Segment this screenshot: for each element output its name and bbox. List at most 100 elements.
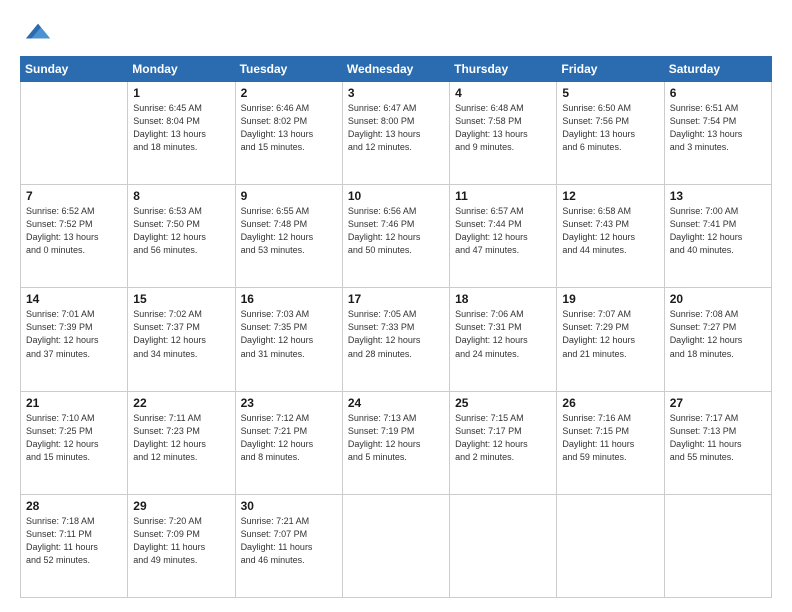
day-info: Sunrise: 7:12 AMSunset: 7:21 PMDaylight:…	[241, 412, 337, 464]
day-info: Sunrise: 6:55 AMSunset: 7:48 PMDaylight:…	[241, 205, 337, 257]
day-number: 12	[562, 189, 658, 203]
calendar-cell: 24 Sunrise: 7:13 AMSunset: 7:19 PMDayligh…	[342, 391, 449, 494]
calendar-week-row: 28 Sunrise: 7:18 AMSunset: 7:11 PMDayligh…	[21, 494, 772, 597]
calendar-cell: 22 Sunrise: 7:11 AMSunset: 7:23 PMDayligh…	[128, 391, 235, 494]
day-number: 5	[562, 86, 658, 100]
calendar-cell: 11 Sunrise: 6:57 AMSunset: 7:44 PMDayligh…	[450, 185, 557, 288]
day-number: 29	[133, 499, 229, 513]
calendar-week-row: 21Sunrise: 7:10 AMSunset: 7:25 PMDayligh…	[21, 391, 772, 494]
day-number: 25	[455, 396, 551, 410]
day-info: Sunrise: 7:17 AMSunset: 7:13 PMDaylight:…	[670, 412, 766, 464]
weekday-header: Tuesday	[235, 57, 342, 82]
day-number: 30	[241, 499, 337, 513]
calendar-cell: 9 Sunrise: 6:55 AMSunset: 7:48 PMDaylight…	[235, 185, 342, 288]
day-info: Sunrise: 7:11 AMSunset: 7:23 PMDaylight:…	[133, 412, 229, 464]
day-number: 20	[670, 292, 766, 306]
day-info: Sunrise: 7:07 AMSunset: 7:29 PMDaylight:…	[562, 308, 658, 360]
day-info: Sunrise: 6:57 AMSunset: 7:44 PMDaylight:…	[455, 205, 551, 257]
calendar-cell: 27 Sunrise: 7:17 AMSunset: 7:13 PMDayligh…	[664, 391, 771, 494]
day-info: Sunrise: 7:00 AMSunset: 7:41 PMDaylight:…	[670, 205, 766, 257]
calendar-cell: 25 Sunrise: 7:15 AMSunset: 7:17 PMDayligh…	[450, 391, 557, 494]
day-info: Sunrise: 7:15 AMSunset: 7:17 PMDaylight:…	[455, 412, 551, 464]
calendar-cell: 17 Sunrise: 7:05 AMSunset: 7:33 PMDayligh…	[342, 288, 449, 391]
day-info: Sunrise: 7:08 AMSunset: 7:27 PMDaylight:…	[670, 308, 766, 360]
day-number: 17	[348, 292, 444, 306]
calendar-cell	[664, 494, 771, 597]
weekday-header: Monday	[128, 57, 235, 82]
day-number: 24	[348, 396, 444, 410]
calendar-cell: 12 Sunrise: 6:58 AMSunset: 7:43 PMDayligh…	[557, 185, 664, 288]
weekday-header: Saturday	[664, 57, 771, 82]
calendar-cell: 19 Sunrise: 7:07 AMSunset: 7:29 PMDayligh…	[557, 288, 664, 391]
day-number: 13	[670, 189, 766, 203]
page: SundayMondayTuesdayWednesdayThursdayFrid…	[0, 0, 792, 612]
calendar-cell: 21Sunrise: 7:10 AMSunset: 7:25 PMDayligh…	[21, 391, 128, 494]
day-number: 15	[133, 292, 229, 306]
weekday-header: Thursday	[450, 57, 557, 82]
day-info: Sunrise: 6:58 AMSunset: 7:43 PMDaylight:…	[562, 205, 658, 257]
day-info: Sunrise: 6:47 AMSunset: 8:00 PMDaylight:…	[348, 102, 444, 154]
calendar-cell: 28 Sunrise: 7:18 AMSunset: 7:11 PMDayligh…	[21, 494, 128, 597]
day-number: 7	[26, 189, 122, 203]
day-info: Sunrise: 6:56 AMSunset: 7:46 PMDaylight:…	[348, 205, 444, 257]
day-number: 18	[455, 292, 551, 306]
calendar-cell: 5 Sunrise: 6:50 AMSunset: 7:56 PMDaylight…	[557, 82, 664, 185]
day-info: Sunrise: 7:21 AMSunset: 7:07 PMDaylight:…	[241, 515, 337, 567]
header	[20, 18, 772, 46]
weekday-header: Sunday	[21, 57, 128, 82]
day-number: 27	[670, 396, 766, 410]
weekday-header: Friday	[557, 57, 664, 82]
day-info: Sunrise: 6:46 AMSunset: 8:02 PMDaylight:…	[241, 102, 337, 154]
day-number: 1	[133, 86, 229, 100]
calendar-cell: 6 Sunrise: 6:51 AMSunset: 7:54 PMDaylight…	[664, 82, 771, 185]
day-info: Sunrise: 7:02 AMSunset: 7:37 PMDaylight:…	[133, 308, 229, 360]
day-info: Sunrise: 7:20 AMSunset: 7:09 PMDaylight:…	[133, 515, 229, 567]
day-info: Sunrise: 7:05 AMSunset: 7:33 PMDaylight:…	[348, 308, 444, 360]
day-number: 14	[26, 292, 122, 306]
calendar-cell: 29 Sunrise: 7:20 AMSunset: 7:09 PMDayligh…	[128, 494, 235, 597]
calendar-cell: 3Sunrise: 6:47 AMSunset: 8:00 PMDaylight…	[342, 82, 449, 185]
day-info: Sunrise: 6:53 AMSunset: 7:50 PMDaylight:…	[133, 205, 229, 257]
day-number: 19	[562, 292, 658, 306]
day-number: 26	[562, 396, 658, 410]
logo	[20, 18, 52, 46]
day-info: Sunrise: 6:50 AMSunset: 7:56 PMDaylight:…	[562, 102, 658, 154]
day-info: Sunrise: 7:16 AMSunset: 7:15 PMDaylight:…	[562, 412, 658, 464]
calendar-cell	[21, 82, 128, 185]
calendar-cell: 18 Sunrise: 7:06 AMSunset: 7:31 PMDayligh…	[450, 288, 557, 391]
logo-icon	[24, 18, 52, 46]
calendar-cell: 23Sunrise: 7:12 AMSunset: 7:21 PMDayligh…	[235, 391, 342, 494]
calendar-cell: 13 Sunrise: 7:00 AMSunset: 7:41 PMDayligh…	[664, 185, 771, 288]
calendar-cell: 10 Sunrise: 6:56 AMSunset: 7:46 PMDayligh…	[342, 185, 449, 288]
day-info: Sunrise: 6:51 AMSunset: 7:54 PMDaylight:…	[670, 102, 766, 154]
calendar-cell	[342, 494, 449, 597]
calendar-cell: 15 Sunrise: 7:02 AMSunset: 7:37 PMDayligh…	[128, 288, 235, 391]
calendar-cell: 2 Sunrise: 6:46 AMSunset: 8:02 PMDaylight…	[235, 82, 342, 185]
day-number: 22	[133, 396, 229, 410]
day-number: 11	[455, 189, 551, 203]
day-number: 16	[241, 292, 337, 306]
day-number: 4	[455, 86, 551, 100]
day-number: 21	[26, 396, 122, 410]
day-info: Sunrise: 7:03 AMSunset: 7:35 PMDaylight:…	[241, 308, 337, 360]
day-number: 9	[241, 189, 337, 203]
calendar-week-row: 7 Sunrise: 6:52 AMSunset: 7:52 PMDaylight…	[21, 185, 772, 288]
day-number: 10	[348, 189, 444, 203]
calendar-week-row: 1Sunrise: 6:45 AMSunset: 8:04 PMDaylight…	[21, 82, 772, 185]
day-info: Sunrise: 7:13 AMSunset: 7:19 PMDaylight:…	[348, 412, 444, 464]
day-number: 8	[133, 189, 229, 203]
calendar-cell	[557, 494, 664, 597]
calendar-cell: 7 Sunrise: 6:52 AMSunset: 7:52 PMDaylight…	[21, 185, 128, 288]
calendar-cell: 8 Sunrise: 6:53 AMSunset: 7:50 PMDaylight…	[128, 185, 235, 288]
calendar-cell: 30 Sunrise: 7:21 AMSunset: 7:07 PMDayligh…	[235, 494, 342, 597]
day-info: Sunrise: 7:01 AMSunset: 7:39 PMDaylight:…	[26, 308, 122, 360]
day-number: 28	[26, 499, 122, 513]
day-number: 2	[241, 86, 337, 100]
day-number: 6	[670, 86, 766, 100]
day-info: Sunrise: 7:18 AMSunset: 7:11 PMDaylight:…	[26, 515, 122, 567]
calendar-week-row: 14 Sunrise: 7:01 AMSunset: 7:39 PMDayligh…	[21, 288, 772, 391]
day-info: Sunrise: 6:52 AMSunset: 7:52 PMDaylight:…	[26, 205, 122, 257]
weekday-header: Wednesday	[342, 57, 449, 82]
day-info: Sunrise: 7:06 AMSunset: 7:31 PMDaylight:…	[455, 308, 551, 360]
calendar-table: SundayMondayTuesdayWednesdayThursdayFrid…	[20, 56, 772, 598]
